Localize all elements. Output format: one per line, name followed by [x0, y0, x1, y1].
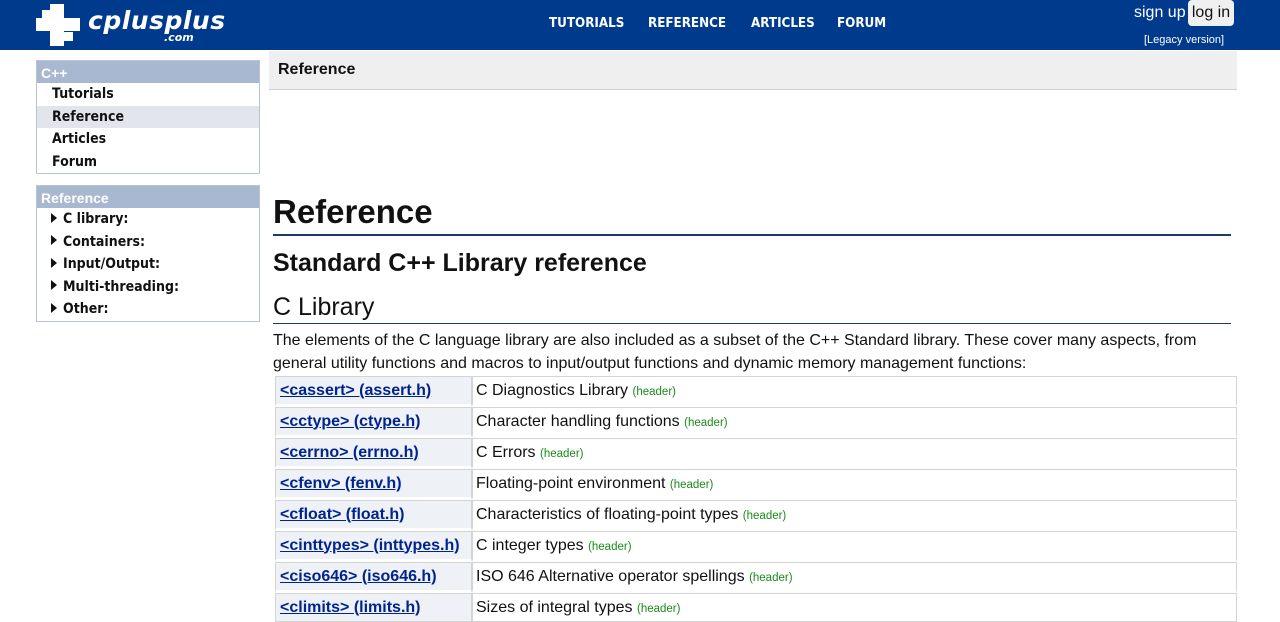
sidebar-reference-box: Reference C library: Containers: Input/O… [36, 185, 260, 322]
header-link-cfenv[interactable]: <cfenv> (fenv.h) [280, 475, 402, 492]
tree-item-c-library[interactable]: C library: [37, 208, 259, 231]
subsection-title: C Library [273, 292, 1231, 324]
legacy-version-link[interactable]: [Legacy version] [1144, 33, 1224, 47]
nav-forum[interactable]: FORUM [837, 14, 886, 34]
header-tag: (header) [540, 447, 584, 460]
table-row: <cinttypes> (inttypes.h) C integer types… [275, 531, 1237, 562]
header-link-cctype[interactable]: <cctype> (ctype.h) [280, 413, 421, 430]
header-link-cinttypes[interactable]: <cinttypes> (inttypes.h) [280, 537, 460, 554]
breadcrumb-reference[interactable]: Reference [278, 61, 355, 79]
header-tag: (header) [684, 416, 728, 429]
header-tag: (header) [669, 478, 714, 491]
log-in-button[interactable]: log in [1188, 0, 1234, 26]
main-nav: TUTORIALS REFERENCE ARTICLES FORUM [549, 14, 904, 34]
sidebar-item-reference[interactable]: Reference [37, 105, 259, 128]
header-link-cerrno[interactable]: <cerrno> (errno.h) [280, 444, 419, 461]
expand-triangle-icon [51, 235, 57, 246]
header-description: C Errors [476, 443, 536, 461]
header-description: Character handling functions [476, 412, 680, 430]
header-tag: (header) [636, 602, 681, 615]
tree-item-containers[interactable]: Containers: [37, 231, 259, 254]
table-row: <cfenv> (fenv.h) Floating-point environm… [275, 469, 1237, 500]
page-title: Reference [273, 192, 1231, 236]
breadcrumb: Reference [269, 51, 1237, 90]
sidebar-item-tutorials[interactable]: Tutorials [37, 83, 259, 106]
site-logo[interactable]: cplusplus .com [36, 4, 225, 46]
expand-triangle-icon [51, 212, 57, 223]
tree-item-multi-threading[interactable]: Multi-threading: [37, 276, 259, 299]
table-row: <ciso646> (iso646.h) ISO 646 Alternative… [275, 562, 1237, 593]
sidebar-item-articles[interactable]: Articles [37, 128, 259, 151]
header-tag: (header) [588, 540, 632, 553]
tree-item-input-output[interactable]: Input/Output: [37, 253, 259, 276]
sign-up-link[interactable]: sign up [1134, 3, 1186, 23]
nav-tutorials[interactable]: TUTORIALS [549, 14, 624, 34]
table-row: <cerrno> (errno.h) C Errors (header) [275, 438, 1237, 469]
nav-reference[interactable]: REFERENCE [648, 14, 726, 34]
sidebar-cpp-box: C++ Tutorials Reference Articles Forum [36, 60, 260, 174]
sidebar-item-forum[interactable]: Forum [37, 151, 259, 174]
header-link-cfloat[interactable]: <cfloat> (float.h) [280, 506, 404, 523]
expand-triangle-icon [51, 280, 57, 291]
header-description: Floating-point environment [476, 474, 666, 492]
header-link-ciso646[interactable]: <ciso646> (iso646.h) [280, 568, 437, 585]
table-row: <cctype> (ctype.h) Character handling fu… [275, 407, 1237, 438]
sidebar-reference-title[interactable]: Reference [37, 186, 259, 208]
header-description: ISO 646 Alternative operator spellings [476, 567, 745, 585]
header-link-climits[interactable]: <climits> (limits.h) [280, 599, 420, 616]
header-tag: (header) [749, 571, 793, 584]
sidebar-cpp-title[interactable]: C++ [37, 61, 259, 83]
header-tag: (header) [632, 385, 676, 398]
header-link-cassert[interactable]: <cassert> (assert.h) [280, 382, 431, 399]
header-description: Sizes of integral types [476, 598, 633, 616]
intro-paragraph: The elements of the C language library a… [273, 332, 1197, 372]
expand-triangle-icon [51, 302, 57, 313]
header-description: Characteristics of floating-point types [476, 505, 739, 523]
table-row: <cfloat> (float.h) Characteristics of fl… [275, 500, 1237, 531]
logo-domain: .com [164, 31, 194, 44]
top-bar: cplusplus .com TUTORIALS REFERENCE ARTIC… [0, 0, 1280, 50]
nav-articles[interactable]: ARTICLES [751, 14, 815, 34]
section-title: Standard C++ Library reference [273, 249, 647, 277]
c-library-table: <cassert> (assert.h) C Diagnostics Libra… [275, 376, 1237, 622]
tree-item-other[interactable]: Other: [37, 298, 259, 321]
header-tag: (header) [742, 509, 787, 522]
header-description: C integer types [476, 536, 584, 554]
logo-cross-icon [36, 4, 80, 46]
header-description: C Diagnostics Library [476, 381, 629, 399]
expand-triangle-icon [51, 257, 57, 268]
table-row: <cassert> (assert.h) C Diagnostics Libra… [275, 376, 1237, 407]
logo-text: cplusplus [88, 6, 226, 35]
